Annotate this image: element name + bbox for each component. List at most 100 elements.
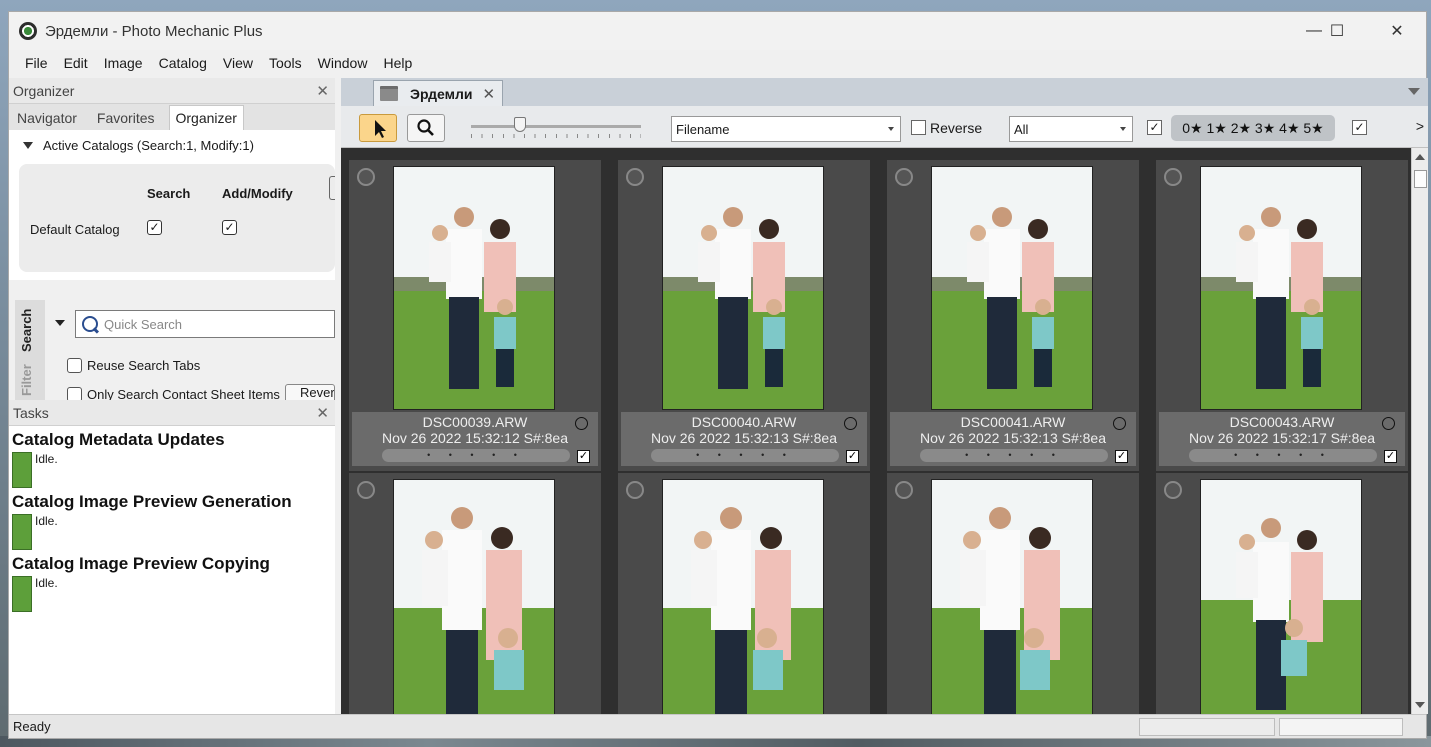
active-catalogs-label: Active Catalogs (Search:1, Modify:1) [43,138,254,153]
color-class-icon[interactable] [575,417,588,430]
rotate-icon[interactable] [626,481,644,499]
rating-dots[interactable]: • • • • • [1189,449,1377,462]
thumbnail-cell[interactable]: DSC00040.ARW Nov 26 2022 15:32:13 S#:8ea… [618,160,870,471]
color-class-icon[interactable] [1382,417,1395,430]
tasks-close-icon[interactable]: ✕ [316,404,331,422]
task-status: Idle. [35,514,58,528]
catalog-modify-checkbox[interactable]: ✓ [222,220,237,235]
thumbnail-cell[interactable]: DSC00039.ARW Nov 26 2022 15:32:12 S#:8ea… [349,160,601,471]
catalog-search-checkbox[interactable]: ✓ [147,220,162,235]
rotate-icon[interactable] [895,168,913,186]
search-menu-dropdown-icon[interactable] [55,320,65,326]
tab-favorites[interactable]: Favorites [91,106,161,130]
close-button[interactable]: ✕ [1374,12,1420,50]
filter-value: All [1014,121,1029,137]
rating-dots[interactable]: • • • • • [651,449,839,462]
scroll-down-icon[interactable] [1415,702,1425,708]
menu-view[interactable]: View [215,55,261,71]
reuse-search-tabs-checkbox[interactable]: Reuse Search Tabs [67,358,200,373]
thumbnail-cell[interactable] [618,473,870,714]
thumbnail-cell[interactable] [887,473,1139,714]
menu-tools[interactable]: Tools [261,55,310,71]
thumbnail-size-slider-track[interactable] [471,125,641,128]
photo-thumbnail[interactable] [662,166,824,410]
task-item: Catalog Metadata Updates Idle. [12,430,335,490]
color-class-icon[interactable] [1113,417,1126,430]
rotate-icon[interactable] [357,168,375,186]
tab-close-icon[interactable]: ✕ [483,85,496,103]
menu-help[interactable]: Help [375,55,420,71]
organizer-close-icon[interactable]: ✕ [316,82,331,100]
tag-checkbox[interactable]: ✓ [846,450,859,463]
quick-search-input[interactable]: Quick Search [75,310,335,338]
thumbnail-size-slider[interactable] [514,117,526,132]
rotate-icon[interactable] [626,168,644,186]
thumbnail-cell[interactable]: DSC00043.ARW Nov 26 2022 15:32:17 S#:8ea… [1156,160,1408,471]
vtab-search[interactable]: Search [19,309,34,352]
rotate-icon[interactable] [1164,481,1182,499]
rating-filter-checkbox[interactable]: ✓ [1147,120,1162,135]
col-add-modify: Add/Modify [222,186,293,201]
scroll-thumb[interactable] [1414,170,1427,188]
rotate-icon[interactable] [895,481,913,499]
photo-thumbnail[interactable] [1200,166,1362,410]
star-rating-filter[interactable]: 0★ 1★ 2★ 3★ 4★ 5★ [1171,115,1335,141]
contact-sheet-tab[interactable]: Эрдемли ✕ [373,80,503,106]
chevron-down-icon [1120,127,1126,131]
vertical-scrollbar[interactable] [1411,148,1428,714]
select-tool-button[interactable] [359,114,397,142]
thumbnail-info: Nov 26 2022 15:32:12 S#:8ea [381,430,569,446]
photo-thumbnail[interactable] [662,479,824,714]
menu-image[interactable]: Image [96,55,151,71]
photo-thumbnail[interactable] [393,479,555,714]
toolbar-overflow-button[interactable]: > [1416,118,1424,134]
catalog-options-button[interactable] [329,176,335,200]
rating-dots[interactable]: • • • • • [920,449,1108,462]
tag-checkbox[interactable]: ✓ [577,450,590,463]
sort-by-value: Filename [676,121,730,137]
rotate-icon[interactable] [357,481,375,499]
thumbnail-cell[interactable]: DSC00041.ARW Nov 26 2022 15:32:13 S#:8ea… [887,160,1139,471]
active-catalogs-header[interactable]: Active Catalogs (Search:1, Modify:1) [9,130,335,153]
color-class-icon[interactable] [844,417,857,430]
reuse-search-tabs-label: Reuse Search Tabs [87,358,201,373]
reverse-sort-checkbox[interactable] [911,120,926,135]
status-field [1139,718,1275,736]
sort-by-select[interactable]: Filename [671,116,901,142]
catalog-name: Default Catalog [30,222,120,237]
app-window: Эрдемли - Photo Mechanic Plus — ☐ ✕ File… [8,11,1428,739]
photo-thumbnail[interactable] [393,166,555,410]
menu-window[interactable]: Window [310,55,376,71]
quick-search-placeholder: Quick Search [104,316,183,332]
rotate-icon[interactable] [1164,168,1182,186]
tag-checkbox[interactable]: ✓ [1115,450,1128,463]
tasks-list: Catalog Metadata Updates Idle. Catalog I… [9,426,335,714]
reuse-search-tabs-box[interactable] [67,358,82,373]
menu-catalog[interactable]: Catalog [151,55,215,71]
rating-dots[interactable]: • • • • • [382,449,570,462]
photo-thumbnail[interactable] [931,479,1093,714]
tab-list-dropdown-icon[interactable] [1408,88,1420,95]
tab-navigator[interactable]: Navigator [11,106,83,130]
menu-file[interactable]: File [17,55,56,71]
scroll-up-icon[interactable] [1415,154,1425,160]
maximize-button[interactable]: ☐ [1314,12,1360,50]
photo-thumbnail[interactable] [931,166,1093,410]
thumbnail-info: Nov 26 2022 15:32:17 S#:8ea [1188,430,1376,446]
task-item: Catalog Image Preview Copying Idle. [12,554,335,614]
thumbnail-cell[interactable] [1156,473,1408,714]
menu-edit[interactable]: Edit [56,55,96,71]
contact-sheet-toolbar: Filename Reverse All ✓ 0★ 1★ 2★ 3★ 4★ 5★… [341,106,1428,148]
thumbnail-cell[interactable] [349,473,601,714]
task-progress-bar [12,576,32,612]
organizer-header: Organizer ✕ [9,78,335,104]
vtab-filter[interactable]: Filter [19,364,34,396]
tag-checkbox[interactable]: ✓ [1384,450,1397,463]
app-icon [19,22,37,40]
filter-select[interactable]: All [1009,116,1133,142]
zoom-tool-button[interactable] [407,114,445,142]
color-class-checkbox[interactable]: ✓ [1352,120,1367,135]
tab-organizer[interactable]: Organizer [168,105,244,130]
photo-thumbnail[interactable] [1200,479,1362,714]
organizer-body: Active Catalogs (Search:1, Modify:1) Sea… [9,130,335,280]
